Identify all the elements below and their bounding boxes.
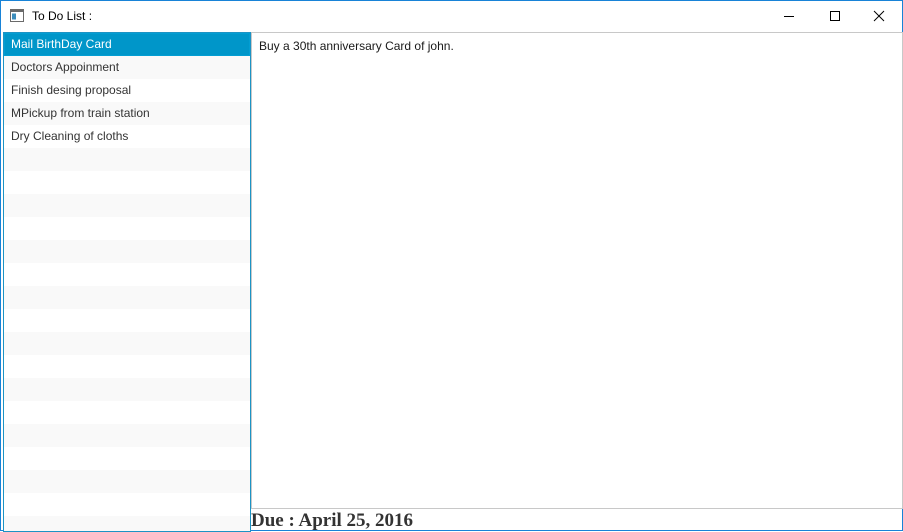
empty-list-row <box>4 424 250 447</box>
empty-list-row <box>4 332 250 355</box>
empty-list-row <box>4 148 250 171</box>
close-button[interactable] <box>856 1 902 31</box>
empty-list-row <box>4 171 250 194</box>
todo-list-view[interactable]: Mail BirthDay Card Doctors Appoinment Fi… <box>3 32 251 532</box>
empty-list-row <box>4 194 250 217</box>
empty-list-row <box>4 217 250 240</box>
empty-list-row <box>4 286 250 309</box>
details-text: Buy a 30th anniversary Card of john. <box>259 39 454 53</box>
list-item[interactable]: Mail BirthDay Card <box>4 33 250 56</box>
minimize-icon <box>784 16 794 17</box>
list-item[interactable]: MPickup from train station <box>4 102 250 125</box>
empty-list-row <box>4 378 250 401</box>
list-item-label: Mail BirthDay Card <box>11 37 112 51</box>
due-date-label: Due : April 25, 2016 <box>251 510 413 532</box>
close-icon <box>873 10 885 22</box>
list-item-label: MPickup from train station <box>11 106 150 120</box>
empty-list-row <box>4 516 250 531</box>
empty-list-row <box>4 355 250 378</box>
list-item[interactable]: Dry Cleaning of cloths <box>4 125 250 148</box>
empty-list-row <box>4 309 250 332</box>
list-item-label: Finish desing proposal <box>11 83 132 97</box>
empty-list-row <box>4 263 250 286</box>
empty-list-row <box>4 493 250 516</box>
list-item-label: Doctors Appoinment <box>11 60 120 74</box>
details-text-area[interactable]: Buy a 30th anniversary Card of john. <box>251 32 903 509</box>
due-prefix: Due : <box>251 510 295 531</box>
empty-list-row <box>4 447 250 470</box>
title-bar[interactable]: To Do List : <box>1 1 902 31</box>
empty-list-row <box>4 240 250 263</box>
list-item[interactable]: Doctors Appoinment <box>4 56 250 79</box>
list-item[interactable]: Finish desing proposal <box>4 79 250 102</box>
due-date: April 25, 2016 <box>298 510 414 531</box>
maximize-icon <box>830 11 840 21</box>
minimize-button[interactable] <box>766 1 812 31</box>
list-item-label: Dry Cleaning of cloths <box>11 129 129 143</box>
window-title: To Do List : <box>32 9 93 23</box>
empty-list-row <box>4 401 250 424</box>
maximize-button[interactable] <box>812 1 858 31</box>
app-window: To Do List : Mail BirthDay Card Doctors … <box>0 0 903 532</box>
empty-list-row <box>4 470 250 493</box>
app-icon <box>10 9 24 22</box>
